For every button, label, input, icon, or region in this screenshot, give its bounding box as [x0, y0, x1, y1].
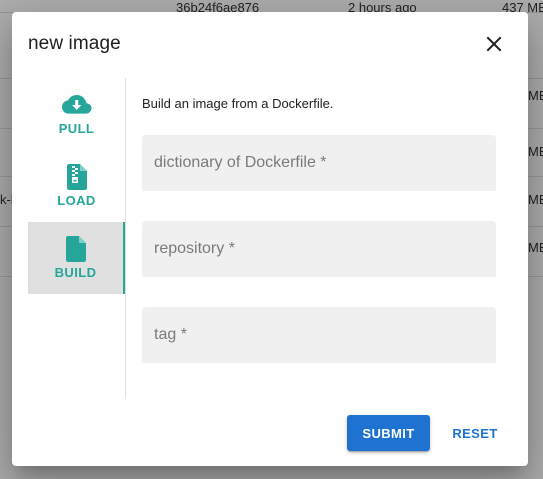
form-description: Build an image from a Dockerfile.: [142, 96, 334, 111]
cloud-download-icon: [61, 92, 92, 118]
nav-label-load: LOAD: [57, 193, 96, 208]
nav-label-pull: PULL: [58, 121, 95, 136]
dialog-actions: SUBMIT RESET: [347, 415, 517, 451]
dockerfile-directory-field: [142, 135, 496, 191]
zip-file-icon: [62, 164, 92, 190]
file-icon: [61, 236, 91, 262]
tag-field: [142, 307, 496, 363]
repository-field: [142, 221, 496, 277]
dialog-title: new image: [28, 33, 121, 54]
repository-input[interactable]: [142, 221, 496, 277]
close-icon[interactable]: [482, 32, 506, 56]
dockerfile-directory-input[interactable]: [142, 135, 496, 191]
nav-item-pull[interactable]: PULL: [28, 78, 125, 150]
nav-item-load[interactable]: LOAD: [28, 150, 125, 222]
nav-label-build: BUILD: [54, 265, 97, 280]
reset-button[interactable]: RESET: [443, 415, 507, 451]
tag-input[interactable]: [142, 307, 496, 363]
image-source-nav: PULL LOAD BUILD: [28, 78, 126, 399]
nav-item-build[interactable]: BUILD: [28, 222, 125, 294]
submit-button[interactable]: SUBMIT: [347, 415, 430, 451]
new-image-dialog: new image PULL LOAD BUILD Build an image…: [12, 12, 528, 466]
